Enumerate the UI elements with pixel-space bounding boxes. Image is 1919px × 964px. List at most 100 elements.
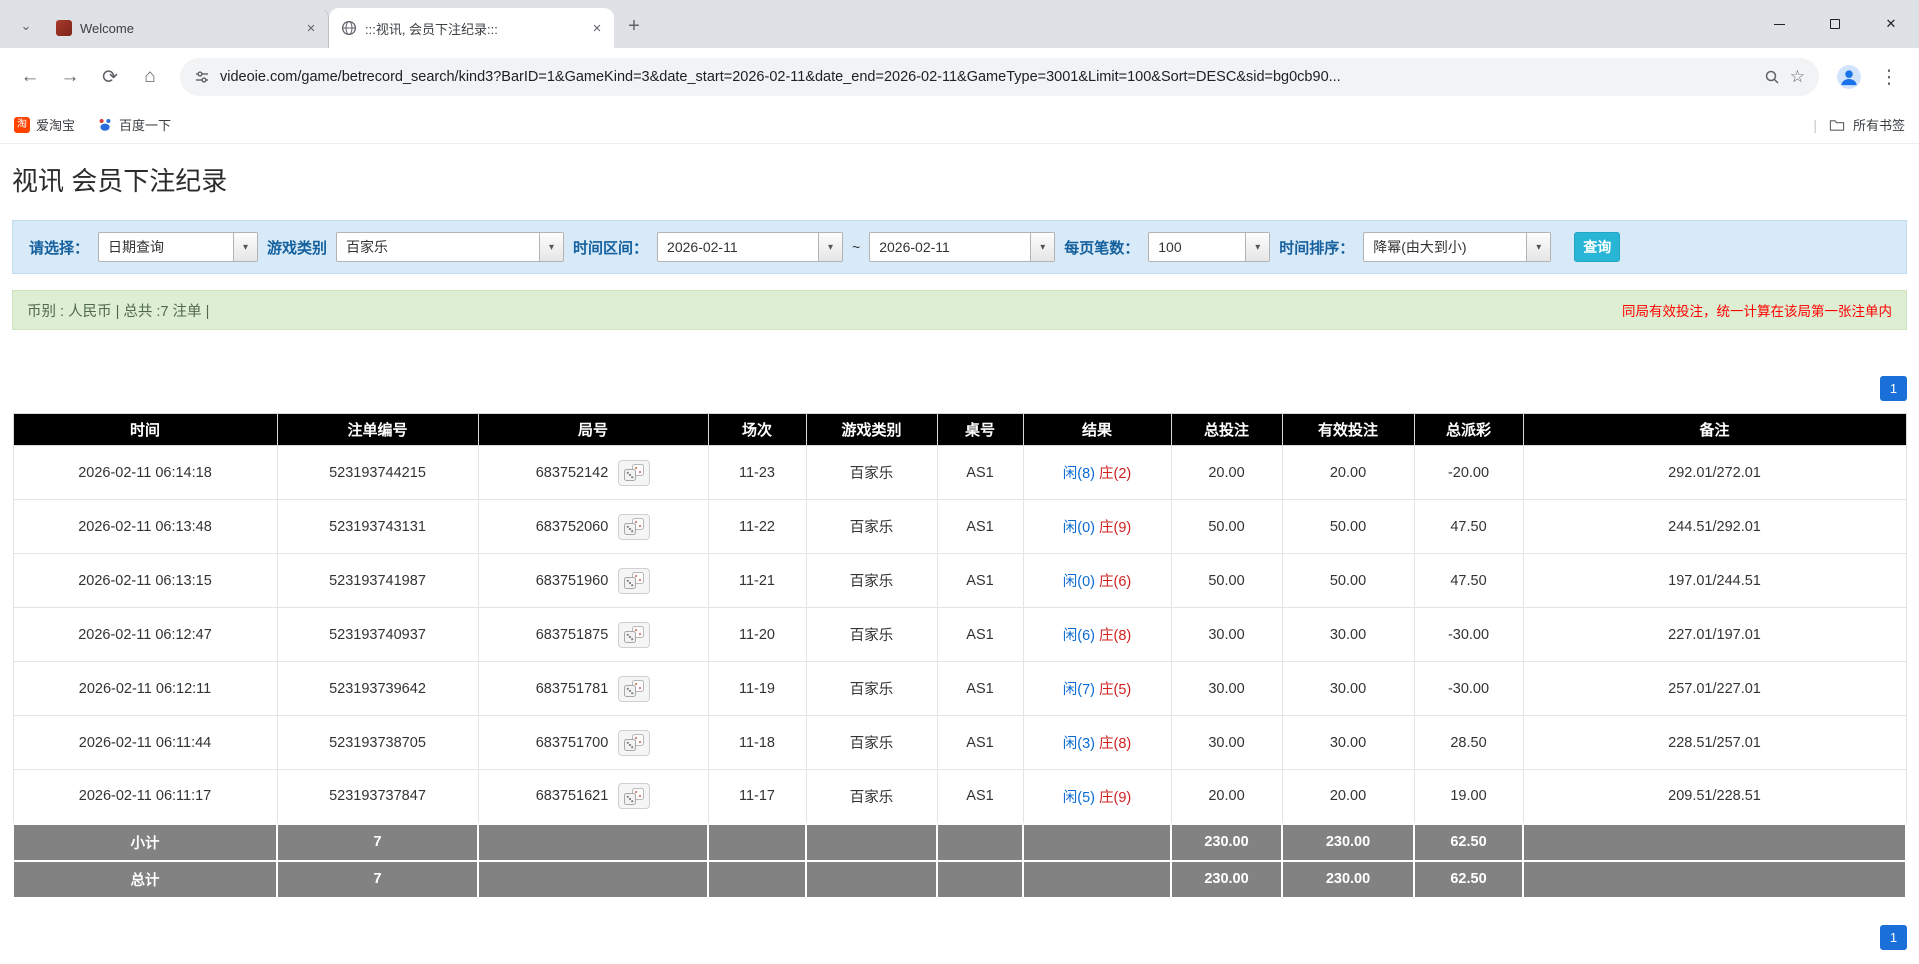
tab-label: Welcome xyxy=(80,20,134,36)
reload-button[interactable]: ⟳ xyxy=(92,59,128,95)
dice-icon[interactable] xyxy=(618,567,651,594)
date-start-input[interactable]: 2026-02-11 ▾ xyxy=(657,232,844,262)
cell-total-bet[interactable]: 20.00 xyxy=(1170,769,1283,824)
cell-remark: 228.51/257.01 xyxy=(1522,715,1907,770)
chevron-down-icon[interactable]: ▾ xyxy=(818,233,843,261)
chevron-down-icon[interactable]: ▾ xyxy=(233,233,258,261)
chevron-down-icon[interactable]: ▾ xyxy=(1030,233,1055,261)
zoom-icon[interactable] xyxy=(1764,69,1780,85)
back-button[interactable]: ← xyxy=(12,59,48,95)
date-end-input[interactable]: 2026-02-11 ▾ xyxy=(869,232,1056,262)
cell-table-no: AS1 xyxy=(936,553,1024,608)
cell-remark: 244.51/292.01 xyxy=(1522,499,1907,554)
page-content: 视讯 会员下注纪录 请选择： 日期查询 ▾ 游戏类别 百家乐 ▾ 时间区间： 2… xyxy=(0,164,1919,950)
maximize-button[interactable] xyxy=(1807,0,1863,48)
empty-cell xyxy=(707,822,807,862)
cell-session: 11-23 xyxy=(707,445,807,500)
tab-search-button[interactable]: ⌄ xyxy=(12,12,40,40)
url-text[interactable]: videoie.com/game/betrecord_search/kind3?… xyxy=(220,69,1754,85)
cell-game-kind: 百家乐 xyxy=(805,715,938,770)
bookmark-label: 爱淘宝 xyxy=(36,118,76,133)
empty-cell xyxy=(936,822,1024,862)
cell-total-bet[interactable]: 30.00 xyxy=(1170,661,1283,716)
cell-round-id: 683752060 xyxy=(477,499,709,554)
profile-avatar[interactable] xyxy=(1831,59,1867,95)
cell-total-bet[interactable]: 30.00 xyxy=(1170,607,1283,662)
cell-time: 2026-02-11 06:12:11 xyxy=(12,661,278,716)
summary-text: 币别 : 人民币 | 总共 :7 注单 | xyxy=(27,303,210,320)
table-row: 2026-02-11 06:11:44 523193738705 6837517… xyxy=(12,715,1907,770)
tab-welcome[interactable]: Welcome × xyxy=(44,8,329,48)
cell-game-kind: 百家乐 xyxy=(805,769,938,824)
pagination-bottom: 1 xyxy=(12,924,1907,950)
bookmark-aitaobao[interactable]: 淘 爱淘宝 xyxy=(14,115,75,134)
subtotal-row: 小计 7 230.00 230.00 62.50 xyxy=(12,822,1907,862)
window-controls: ✕ xyxy=(1751,0,1919,48)
home-button[interactable]: ⌂ xyxy=(132,59,168,95)
dice-icon[interactable] xyxy=(618,459,651,486)
page-button-1[interactable]: 1 xyxy=(1880,924,1907,950)
game-kind-label: 游戏类别 xyxy=(267,239,328,257)
browser-menu-button[interactable]: ⋮ xyxy=(1871,59,1907,95)
chevron-down-icon[interactable]: ▾ xyxy=(1526,233,1551,261)
dice-icon[interactable] xyxy=(618,675,651,702)
round-id-text: 683752060 xyxy=(535,518,609,535)
table-header-cell: 注单编号 xyxy=(276,413,479,446)
all-bookmarks-label[interactable]: 所有书签 xyxy=(1853,115,1905,134)
cell-game-kind: 百家乐 xyxy=(805,553,938,608)
dice-icon[interactable] xyxy=(618,513,651,540)
cell-table-no: AS1 xyxy=(936,661,1024,716)
new-tab-button[interactable]: + xyxy=(620,12,648,40)
cell-result: 闲(7) 庄(5) xyxy=(1022,661,1172,716)
site-info-icon[interactable] xyxy=(194,69,210,85)
query-type-select[interactable]: 日期查询 ▾ xyxy=(98,232,259,262)
chevron-down-icon[interactable]: ▾ xyxy=(1245,233,1270,261)
cell-total-bet[interactable]: 50.00 xyxy=(1170,499,1283,554)
tab-close-icon[interactable]: × xyxy=(302,19,320,37)
result-player: 闲(0) xyxy=(1062,520,1095,536)
bookmark-star-icon[interactable]: ☆ xyxy=(1790,67,1805,87)
search-button[interactable]: 查询 xyxy=(1574,232,1621,262)
address-bar[interactable]: videoie.com/game/betrecord_search/kind3?… xyxy=(180,58,1819,96)
cell-session: 11-17 xyxy=(707,769,807,824)
page-size-select[interactable]: 100 ▾ xyxy=(1148,232,1271,262)
tab-close-icon[interactable]: × xyxy=(588,19,606,37)
cell-total-bet[interactable]: 50.00 xyxy=(1170,553,1283,608)
close-window-button[interactable]: ✕ xyxy=(1863,0,1919,48)
forward-button[interactable]: → xyxy=(52,59,88,95)
cell-total-bet[interactable]: 30.00 xyxy=(1170,715,1283,770)
result-banker: 庄(8) xyxy=(1099,736,1132,752)
total-total-bet: 230.00 xyxy=(1170,859,1283,899)
table-row: 2026-02-11 06:13:15 523193741987 6837519… xyxy=(12,553,1907,608)
cell-remark: 227.01/197.01 xyxy=(1522,607,1907,662)
cell-valid-bet: 30.00 xyxy=(1281,715,1415,770)
cell-total-bet[interactable]: 20.00 xyxy=(1170,445,1283,500)
cell-payout: 19.00 xyxy=(1413,769,1524,824)
cell-time: 2026-02-11 06:12:47 xyxy=(12,607,278,662)
dice-icon[interactable] xyxy=(618,621,651,648)
chevron-down-icon[interactable]: ▾ xyxy=(539,233,564,261)
minimize-button[interactable] xyxy=(1751,0,1807,48)
table-header-cell: 总派彩 xyxy=(1413,413,1524,446)
cell-payout: -30.00 xyxy=(1413,607,1524,662)
table-row: 2026-02-11 06:12:47 523193740937 6837518… xyxy=(12,607,1907,662)
game-kind-select[interactable]: 百家乐 ▾ xyxy=(336,232,565,262)
subtotal-payout: 62.50 xyxy=(1413,822,1524,862)
cell-bet-id: 523193737847 xyxy=(276,769,479,824)
sort-label: 时间排序： xyxy=(1279,239,1355,257)
page-button-1[interactable]: 1 xyxy=(1880,376,1907,401)
round-id-text: 683751781 xyxy=(535,680,609,697)
dice-icon[interactable] xyxy=(618,729,651,756)
cell-bet-id: 523193743131 xyxy=(276,499,479,554)
cell-table-no: AS1 xyxy=(936,715,1024,770)
sort-select[interactable]: 降幂(由大到小) ▾ xyxy=(1363,232,1552,262)
cell-payout: 47.50 xyxy=(1413,553,1524,608)
dice-icon[interactable] xyxy=(618,783,651,810)
tab-betrecord[interactable]: :::视讯, 会员下注纪录::: × xyxy=(329,8,614,48)
browser-toolbar: ← → ⟳ ⌂ videoie.com/game/betrecord_searc… xyxy=(0,48,1919,106)
bookmark-baidu[interactable]: 百度一下 xyxy=(97,115,171,134)
table-header-cell: 局号 xyxy=(477,413,709,446)
cell-payout: -30.00 xyxy=(1413,661,1524,716)
summary-warning-text: 同局有效投注，统一计算在该局第一张注单内 xyxy=(1622,304,1892,319)
round-id-text: 683751700 xyxy=(535,734,609,751)
